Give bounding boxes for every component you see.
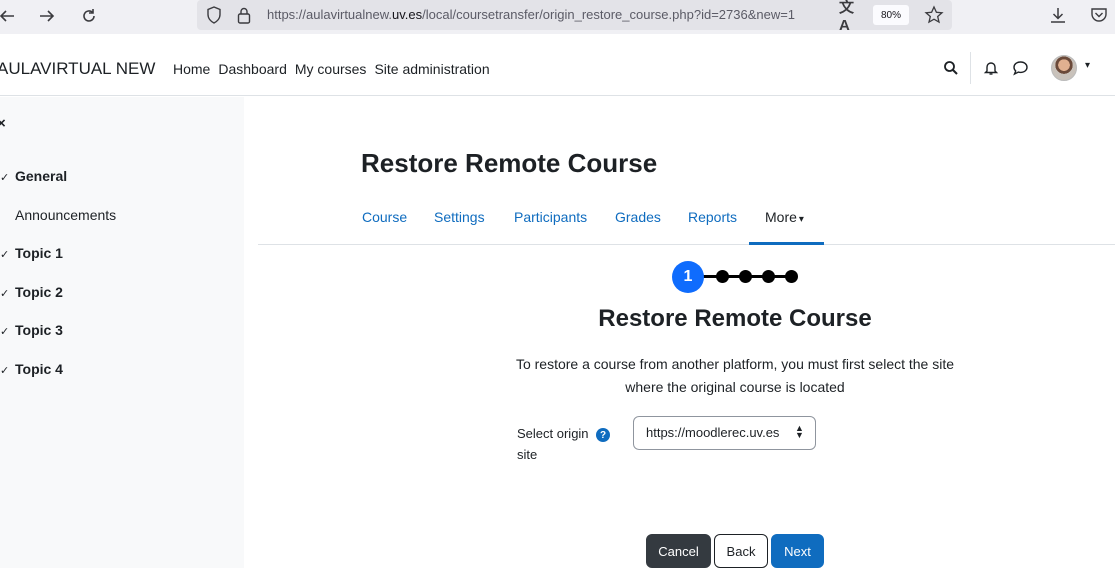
user-avatar[interactable] [1051,55,1077,81]
back-icon[interactable] [0,3,20,29]
tab-reports[interactable]: Reports [688,209,737,225]
lock-icon[interactable] [233,4,255,26]
messages-icon[interactable] [1009,57,1031,79]
next-button[interactable]: Next [771,534,824,568]
navbar-divider [970,52,971,84]
address-bar[interactable]: https://aulavirtualnew.uv.es/local/cours… [197,0,952,34]
back-button[interactable]: Back [714,534,768,568]
form-intro-text: To restore a course from another platfor… [515,356,955,395]
chevron-down-icon[interactable]: ▾ [1085,60,1090,71]
search-icon[interactable] [940,57,962,79]
step-1-current: 1 [672,261,704,293]
drawer-item-announcements[interactable]: Announcements [15,207,116,223]
progress-stepper: 1 [672,260,802,294]
step-4-dot [762,270,775,283]
notifications-bell-icon[interactable] [980,57,1002,79]
drawer-section-label: General [15,168,68,184]
secondary-navigation: Course Settings Participants Grades Repo… [258,196,1115,245]
zoom-level[interactable]: 80% [873,5,909,25]
reload-icon[interactable] [76,3,102,29]
origin-site-label: Select origin site [517,426,589,462]
tab-settings[interactable]: Settings [434,209,485,225]
chevron-down-icon[interactable]: ✓ [0,364,15,377]
top-navbar: AULAVIRTUAL NEW Home Dashboard My course… [0,40,1115,96]
url-path: /local/coursetransfer/origin_restore_cou… [422,7,796,22]
form-heading: Restore Remote Course [598,305,872,332]
page-title: Restore Remote Course [361,148,658,178]
step-3-dot [739,270,752,283]
browser-toolbar: https://aulavirtualnew.uv.es/local/cours… [0,0,1115,34]
course-index-drawer: × ✓ General Announcements ✓ Topic 1 ✓ Topic… [0,97,244,568]
origin-site-select[interactable]: https://moodlerec.uv.es [633,416,816,450]
tab-course[interactable]: Course [362,209,407,225]
active-tab-indicator [749,242,824,245]
download-icon[interactable] [1047,4,1069,26]
cancel-button[interactable]: Cancel [646,534,711,568]
translate-icon[interactable]: 文A [839,0,861,34]
chevron-down-icon[interactable]: ✓ [0,248,15,261]
help-icon[interactable]: ? [596,428,610,442]
drawer-section-label: Topic 1 [15,245,63,261]
primary-navigation: Home Dashboard My courses Site administr… [173,61,498,77]
drawer-section-label: Topic 4 [15,361,63,377]
shield-icon[interactable] [203,4,225,26]
drawer-section-label: Topic 2 [15,284,63,300]
pocket-icon[interactable] [1088,4,1110,26]
chevron-down-icon[interactable]: ✓ [0,171,15,184]
drawer-section-topic-3[interactable]: ✓ Topic 3 [0,322,63,338]
select-arrows-icon: ▲ ▼ [795,423,804,440]
tab-grades[interactable]: Grades [615,209,661,225]
chevron-down-icon: ▾ [798,214,804,225]
tab-more-label: More [765,209,797,225]
drawer-section-topic-4[interactable]: ✓ Topic 4 [0,361,63,377]
chevron-down-icon[interactable]: ✓ [0,287,15,300]
nav-my-courses[interactable]: My courses [295,61,367,77]
nav-dashboard[interactable]: Dashboard [218,61,287,77]
close-icon[interactable]: × [0,115,6,132]
nav-home[interactable]: Home [173,61,210,77]
tab-participants[interactable]: Participants [514,209,587,225]
url-text: https://aulavirtualnew.uv.es/local/cours… [267,7,839,22]
url-prefix: https://aulavirtualnew. [267,7,393,22]
nav-site-administration[interactable]: Site administration [374,61,489,77]
step-5-dot [785,270,798,283]
star-icon[interactable] [923,4,945,26]
site-name[interactable]: AULAVIRTUAL NEW [0,59,155,79]
step-2-dot [716,270,729,283]
url-domain: uv.es [392,7,423,22]
drawer-section-topic-2[interactable]: ✓ Topic 2 [0,284,63,300]
drawer-section-label: Topic 3 [15,322,63,338]
drawer-section-topic-1[interactable]: ✓ Topic 1 [0,245,63,261]
tab-more[interactable]: More ▾ [765,209,804,225]
chevron-down-icon[interactable]: ✓ [0,325,15,338]
forward-icon[interactable] [34,3,60,29]
drawer-section-general[interactable]: ✓ General [0,168,67,184]
